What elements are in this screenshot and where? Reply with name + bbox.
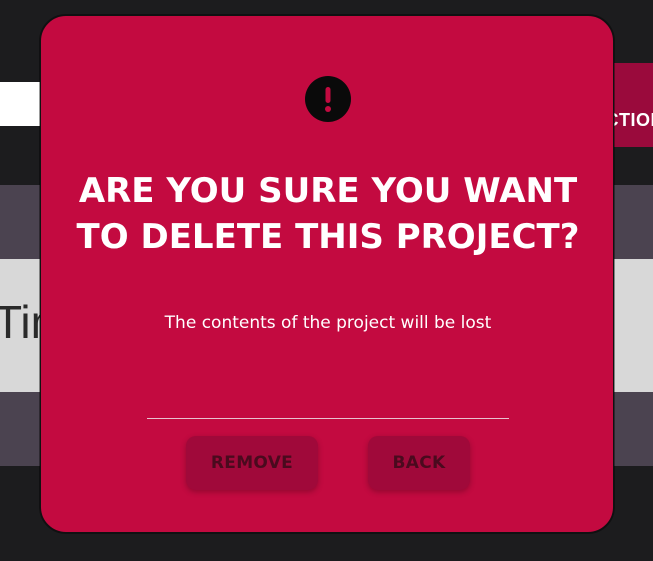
remove-button[interactable]: REMOVE bbox=[186, 436, 318, 490]
exclamation-icon-glyph bbox=[325, 87, 331, 112]
delete-project-dialog: ARE YOU SURE YOU WANT TO DELETE THIS PRO… bbox=[40, 15, 614, 533]
dialog-title-line-2: TO DELETE THIS PROJECT? bbox=[76, 217, 580, 257]
remove-button-label: REMOVE bbox=[210, 453, 294, 473]
back-button[interactable]: BACK bbox=[368, 436, 470, 490]
dialog-message: The contents of the project will be lost bbox=[164, 313, 492, 333]
dialog-divider bbox=[147, 418, 509, 419]
back-button-label: BACK bbox=[392, 453, 446, 473]
exclamation-icon bbox=[305, 76, 351, 122]
app-window: ACTIONS Tim ARE YOU SURE YOU WANT TO DEL… bbox=[0, 0, 653, 561]
dialog-title-line-1: ARE YOU SURE YOU WANT bbox=[78, 171, 578, 211]
dialog-title: ARE YOU SURE YOU WANT TO DELETE THIS PRO… bbox=[41, 168, 615, 260]
